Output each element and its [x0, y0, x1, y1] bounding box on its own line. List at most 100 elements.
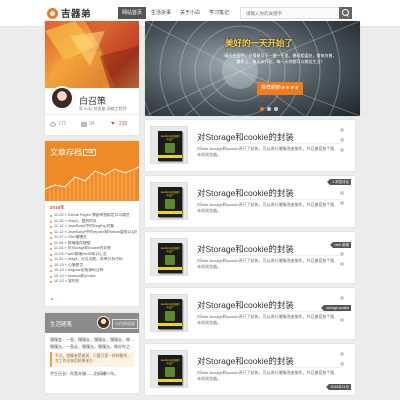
book-title: JavaScript高级程序设计 [160, 135, 180, 141]
book-art [165, 311, 175, 321]
divider [197, 255, 342, 256]
book-strip [158, 267, 182, 270]
eye-icon [50, 121, 56, 127]
life-avatar [97, 316, 110, 329]
site-logo[interactable]: 吉器弟 [47, 5, 91, 21]
hero-banner: 美好的一天开始了 晴天白云午，日落星月下一望一千里，暴雨相逢处，雷电何曾，繁华上… [145, 21, 360, 116]
archive-timeline-dot [51, 298, 53, 300]
archive-list: 11-29 » Github Pages 博客单独绑定公司域名 11-15 » … [49, 213, 137, 285]
profile-card: 白召策 男 90后 处女座 网络工程师 172 34 ♥ 210 [45, 21, 139, 135]
archive-year: 2016年 [50, 205, 65, 211]
life-note-line: 慢慢去，一直走，慢慢去，慢慢去，做好你之… [50, 344, 134, 349]
life-note-line: 慢慢变，一直，慢慢去，慢慢去，慢慢去，做… [50, 337, 134, 342]
divider [197, 143, 342, 144]
post-excerpt: 对web storage和cookie进行了封装，可以进行增删改查操作，并且兼容… [197, 146, 335, 157]
book-strip [158, 323, 182, 326]
nav-about[interactable]: 关于小白 [176, 7, 204, 19]
book-title: JavaScript高级程序设计 [160, 303, 180, 309]
likes-stat[interactable]: ♥ 210 [111, 120, 127, 128]
book-cover: JavaScript高级程序设计 [158, 187, 182, 217]
book-art [165, 367, 175, 377]
archive-wave-graphic [45, 166, 139, 201]
logo-text: 吉器弟 [61, 9, 92, 20]
book-strip [158, 211, 182, 214]
post-tag[interactable]: storage,cookie [321, 305, 351, 311]
post-card[interactable]: JavaScript高级程序设计 对Storage和cookie的封装 对web… [145, 232, 355, 283]
carousel-dot[interactable] [260, 107, 264, 111]
post-tag[interactable]: 2016年11月 [325, 384, 351, 390]
post-excerpt: 对web storage和cookie进行了封装，可以进行增删改查操作，并且兼容… [197, 258, 335, 269]
archive-year-label: 2016年 [50, 205, 65, 210]
book-strip [158, 379, 182, 382]
divider [45, 114, 139, 115]
post-side-dot [340, 191, 344, 195]
avatar[interactable] [50, 86, 74, 110]
hero-button[interactable]: 推荐刷新★★★★ [257, 82, 303, 95]
book-cover: JavaScript高级程序设计 [158, 299, 182, 329]
logo-icon [47, 7, 58, 19]
post-side-dot [340, 252, 344, 256]
archive-header: 文章存档 15篇 [45, 141, 139, 201]
nav-home[interactable]: 网站首页 [118, 7, 146, 19]
hero-text: 晴天白云午，日落星月下一望一千里，暴雨相逢处，雷电何曾，繁华上，春天永开花，每一… [224, 53, 337, 64]
book-title: JavaScript高级程序设计 [160, 359, 180, 365]
post-side-dot [340, 262, 344, 266]
carousel-dot[interactable] [274, 107, 278, 111]
search-icon[interactable] [339, 7, 352, 19]
post-side-dot [340, 296, 344, 300]
post-thumbnail[interactable]: JavaScript高级程序设计 [150, 294, 188, 332]
comments-stat: 34 [81, 121, 95, 127]
book-title: JavaScript高级程序设计 [160, 247, 180, 253]
post-excerpt: 对web storage和cookie进行了封装，可以进行增删改查操作，并且兼容… [197, 370, 335, 381]
post-title[interactable]: 对Storage和cookie的封装 [197, 299, 294, 311]
post-side-dot [340, 128, 344, 132]
post-side-dot [340, 352, 344, 356]
life-note-line: 余生还长！你我未婚——别搞糟少年。 [50, 371, 118, 376]
hero-title: 美好的一天开始了 [225, 38, 294, 48]
post-title[interactable]: 对Storage和cookie的封装 [197, 243, 294, 255]
life-notes-card: 生活随笔 小白的语录 慢慢变，一直，慢慢去，慢慢去，慢慢去，做… 慢慢去，一直走… [45, 313, 139, 393]
book-art [165, 199, 175, 209]
post-thumbnail[interactable]: JavaScript高级程序设计 [150, 126, 188, 164]
archive-item[interactable]: 10-12 » 我的秋 [49, 279, 137, 285]
search-input[interactable] [240, 7, 340, 19]
post-side-dot [340, 201, 344, 205]
post-thumbnail[interactable]: JavaScript高级程序设计 [150, 238, 188, 276]
post-tag[interactable]: 1 浏览评论 [327, 179, 351, 185]
divider [197, 367, 342, 368]
carousel-dots [260, 107, 281, 111]
book-cover: JavaScript高级程序设计 [158, 131, 182, 161]
book-strip [158, 155, 182, 158]
post-title[interactable]: 对Storage和cookie的封装 [197, 187, 294, 199]
heart-icon: ♥ [111, 120, 115, 127]
post-thumbnail[interactable]: JavaScript高级程序设计 [150, 350, 188, 388]
post-tag[interactable]: web 前端 [329, 242, 351, 248]
book-title: JavaScript高级程序设计 [160, 191, 180, 197]
life-notes-title: 生活随笔 [50, 322, 73, 328]
book-art [165, 143, 175, 153]
post-side-dot [340, 362, 344, 366]
post-card[interactable]: JavaScript高级程序设计 对Storage和cookie的封装 对web… [145, 344, 355, 395]
post-side-dot [340, 148, 344, 152]
book-cover: JavaScript高级程序设计 [158, 243, 182, 273]
post-thumbnail[interactable]: JavaScript高级程序设计 [150, 182, 188, 220]
post-title[interactable]: 对Storage和cookie的封装 [197, 355, 294, 367]
post-card[interactable]: JavaScript高级程序设计 对Storage和cookie的封装 对web… [145, 288, 355, 339]
life-nickname: 小白的语录 [112, 319, 138, 329]
divider [197, 311, 342, 312]
post-card[interactable]: JavaScript高级程序设计 对Storage和cookie的封装 对web… [145, 176, 355, 227]
hero-background [145, 21, 360, 116]
post-side-dot [340, 318, 344, 322]
book-cover: JavaScript高级程序设计 [158, 355, 182, 385]
views-count: 172 [58, 121, 67, 127]
post-card[interactable]: JavaScript高级程序设计 对Storage和cookie的封装 对web… [145, 120, 355, 171]
archive-card: 文章存档 15篇 2016年 11-29 » Github Pages 博客单独… [45, 141, 139, 306]
nav-notes[interactable]: 学习笔记 [205, 7, 233, 19]
main-nav: 网站首页 生活杂事 关于小白 学习笔记 [118, 7, 234, 19]
post-excerpt: 对web storage和cookie进行了封装，可以进行增删改查操作，并且兼容… [197, 314, 335, 325]
nav-life[interactable]: 生活杂事 [147, 7, 175, 19]
archive-count-badge: 15篇 [83, 149, 97, 156]
post-excerpt: 对web storage和cookie进行了封装，可以进行增删改查操作，并且兼容… [197, 202, 335, 213]
post-title[interactable]: 对Storage和cookie的封装 [197, 131, 294, 143]
carousel-dot[interactable] [267, 107, 271, 111]
